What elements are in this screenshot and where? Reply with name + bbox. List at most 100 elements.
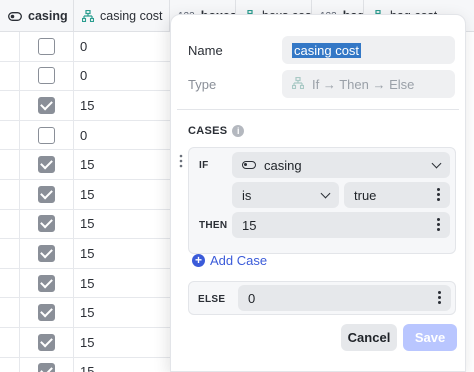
type-select: If → Then → Else [282,70,455,98]
row-gutter [0,327,20,357]
casing-cost-cell[interactable]: 0 [74,62,170,91]
casing-cost-cell[interactable]: 15 [74,180,170,209]
casing-cell [20,239,74,268]
row-gutter [0,357,20,372]
table-row: 0 [0,120,170,151]
compare-value-input[interactable]: true [344,182,450,208]
casing-checkbox[interactable] [38,215,55,233]
else-value-input[interactable]: 0 [238,285,451,311]
more-options-icon[interactable] [437,218,440,231]
table-row: 15 [0,239,170,269]
casing-cost-cell[interactable]: 15 [74,298,170,327]
casing-cell [20,91,74,120]
then-value-input[interactable]: 15 [232,212,450,238]
casing-cell [20,179,74,209]
table-row: 15 [0,179,170,210]
casing-cell [20,61,74,91]
casing-cell [20,32,74,61]
operator-value: is [242,187,252,203]
table-row: 0 [0,61,170,92]
casing-cost-cell[interactable]: 0 [74,32,170,61]
row-gutter [0,91,20,120]
info-icon[interactable]: i [232,125,245,137]
table-row: 15 [0,298,170,328]
divider [177,109,459,110]
formula-icon [291,76,305,92]
column-label: casing cost [100,9,163,23]
casing-checkbox[interactable] [38,333,55,351]
table-row: 15 [0,268,170,299]
table-row: 15 [0,91,170,121]
casing-cost-cell[interactable]: 15 [74,150,170,179]
column-header-casing[interactable]: casing [0,0,74,32]
row-gutter [0,61,20,91]
casing-checkbox[interactable] [38,37,55,55]
cancel-button[interactable]: Cancel [341,324,397,351]
add-case-label: Add Case [210,253,268,268]
chevron-down-icon [320,188,331,199]
toggle-icon [8,11,22,21]
formula-editor-panel: Name casing cost Type If → Then → Else C… [170,14,466,372]
name-input[interactable]: casing cost [282,36,455,64]
then-label: THEN [199,220,228,231]
casing-cell [20,150,74,179]
casing-cost-cell[interactable]: 15 [74,358,170,372]
column-label: casing [28,9,68,23]
column-header-casing-cost[interactable]: casing cost [74,0,170,32]
if-field-value: casing [264,157,302,173]
casing-cell [20,209,74,239]
more-options-icon[interactable] [438,291,441,304]
chevron-down-icon [431,158,442,169]
casing-cost-cell[interactable]: 15 [74,210,170,239]
operator-select[interactable]: is [232,182,339,208]
casing-cost-cell[interactable]: 0 [74,121,170,150]
table-body: 0 0 15 0 15 15 15 15 15 15 15 15 [0,32,170,372]
else-value: 0 [248,290,256,306]
casing-checkbox[interactable] [38,126,55,144]
else-card: ELSE 0 [188,281,456,315]
casing-cell [20,120,74,150]
casing-cost-cell[interactable]: 15 [74,239,170,268]
casing-checkbox[interactable] [38,156,55,174]
casing-checkbox[interactable] [38,67,55,85]
compare-value: true [354,187,377,203]
casing-checkbox[interactable] [38,244,55,262]
row-gutter [0,179,20,209]
name-label: Name [188,43,223,58]
casing-checkbox[interactable] [38,96,55,114]
cases-title: CASES i [188,125,245,137]
toggle-icon [242,161,256,169]
table-row: 15 [0,327,170,358]
casing-cost-cell[interactable]: 15 [74,269,170,298]
if-label: IF [199,160,209,171]
type-label: Type [188,77,217,92]
formula-icon [82,10,94,22]
type-value: If → Then → Else [312,76,415,92]
table-row: 15 [0,209,170,240]
then-value: 15 [242,217,257,233]
casing-checkbox[interactable] [38,304,55,322]
row-gutter [0,268,20,298]
casing-cell [20,357,74,372]
cases-title-text: CASES [188,125,228,137]
table-row: 15 [0,357,170,372]
casing-checkbox[interactable] [38,363,55,372]
table-row: 0 [0,32,170,62]
more-options-icon[interactable] [437,188,440,201]
row-gutter [0,298,20,327]
casing-checkbox[interactable] [38,274,55,292]
row-gutter [0,150,20,179]
add-case-button[interactable]: + Add Case [192,253,267,268]
casing-cell [20,268,74,298]
save-button[interactable]: Save [403,324,457,351]
casing-cell [20,298,74,327]
casing-cost-cell[interactable]: 15 [74,91,170,120]
drag-handle-icon[interactable] [179,154,185,168]
table-row: 15 [0,150,170,180]
row-gutter [0,239,20,268]
case-card: IF casing is true THEN 15 [188,147,456,254]
if-field-select[interactable]: casing [232,152,450,178]
row-gutter [0,209,20,239]
casing-checkbox[interactable] [38,185,55,203]
casing-cost-cell[interactable]: 15 [74,328,170,357]
